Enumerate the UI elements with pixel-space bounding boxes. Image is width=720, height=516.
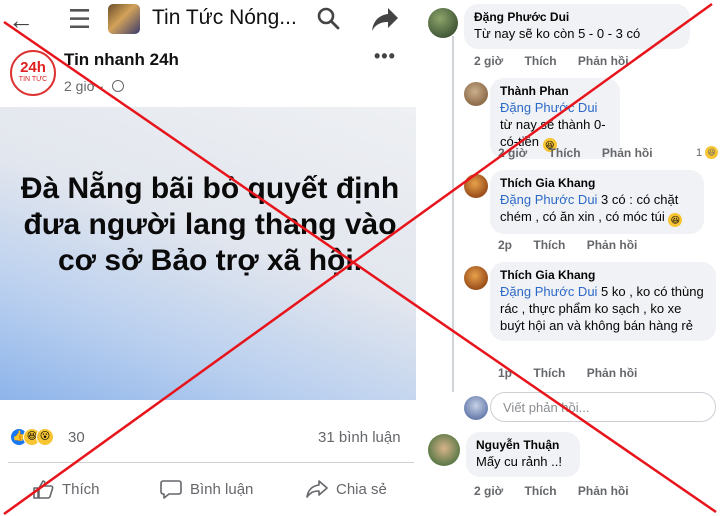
comment-author[interactable]: Thành Phan xyxy=(500,84,610,99)
comment-reply-link[interactable]: Phản hồi xyxy=(602,146,653,160)
page-title[interactable]: Tin Tức Nóng... xyxy=(152,6,297,30)
like-button[interactable]: Thích xyxy=(32,476,100,502)
comment-reply-link[interactable]: Phản hồi xyxy=(578,54,629,68)
comment-like-link[interactable]: Thích xyxy=(525,484,557,498)
comment-count[interactable]: 31 bình luận xyxy=(318,429,401,446)
share-icon[interactable] xyxy=(370,5,400,33)
avatar[interactable] xyxy=(464,266,488,290)
divider xyxy=(8,462,414,463)
comment-meta: 2 giờ Thích Phản hồi xyxy=(474,54,647,68)
comment-like-link[interactable]: Thích xyxy=(549,146,581,160)
comment-time[interactable]: 2 giờ xyxy=(474,54,503,68)
post-author[interactable]: Tin nhanh 24h xyxy=(64,50,179,70)
comment-time[interactable]: 1p xyxy=(498,366,512,380)
comment-button[interactable]: Bình luận xyxy=(160,476,253,502)
mention-link[interactable]: Đặng Phước Dui xyxy=(500,284,597,299)
comment-meta: 1p Thích Phản hồi xyxy=(498,366,655,380)
mention-link[interactable]: Đặng Phước Dui xyxy=(500,100,597,115)
haha-reaction-icon: 😆 xyxy=(705,146,719,159)
reaction-count: 1 xyxy=(696,146,703,159)
comment-text: Đặng Phước Dui 3 có : có chặt chém , có … xyxy=(500,191,694,227)
comment-icon xyxy=(160,480,182,499)
comment-label: Bình luận xyxy=(190,480,254,498)
post-panel: ← ☰ Tin Tức Nóng... 24h TIN TỨC Tin nhan… xyxy=(0,0,428,516)
comment-time[interactable]: 2 giờ xyxy=(498,146,527,160)
comments-panel: Đặng Phước Dui Từ nay sẽ ko còn 5 - 0 - … xyxy=(428,0,720,516)
reaction-count: 30 xyxy=(68,429,85,446)
comment-text: Đặng Phước Dui 5 ko , ko có thùng rác , … xyxy=(500,283,706,334)
comment-like-link[interactable]: Thích xyxy=(533,238,565,252)
comment-time[interactable]: 2 giờ xyxy=(474,484,503,498)
comment-meta: 2p Thích Phản hồi xyxy=(498,238,655,252)
post-image[interactable]: Đà Nẵng bãi bỏ quyết định đưa người lang… xyxy=(0,107,416,400)
post-time[interactable]: 2 giờ · xyxy=(64,78,104,94)
logo-subtext: TIN TỨC xyxy=(18,76,48,83)
globe-icon xyxy=(112,80,124,92)
current-user-avatar xyxy=(464,396,488,420)
like-label: Thích xyxy=(62,480,100,498)
thread-line xyxy=(452,36,454,392)
comment-meta: 2 giờ Thích Phản hồi xyxy=(498,146,671,160)
mention-link[interactable]: Đặng Phước Dui xyxy=(500,192,597,207)
menu-icon[interactable]: ☰ xyxy=(68,4,91,35)
back-arrow-icon[interactable]: ← xyxy=(8,5,34,36)
page-avatar[interactable]: 24h TIN TỨC xyxy=(10,50,56,96)
avatar[interactable] xyxy=(428,8,458,38)
more-options-icon[interactable]: ••• xyxy=(374,46,396,67)
thumbs-up-icon xyxy=(33,480,54,499)
comment-bubble: Đặng Phước Dui Từ nay sẽ ko còn 5 - 0 - … xyxy=(464,4,690,49)
page-thumbnail[interactable] xyxy=(108,4,140,34)
comment-author[interactable]: Thích Gia Khang xyxy=(500,176,694,191)
wow-reaction-icon: 😮 xyxy=(36,428,54,446)
avatar[interactable] xyxy=(464,174,488,198)
comment-reply-link[interactable]: Phản hồi xyxy=(578,484,629,498)
comment-text: Đặng Phước Dui từ nay sẽ thành 0-có-tiền… xyxy=(500,99,610,152)
share-label: Chia sẻ xyxy=(336,480,387,498)
comment-text: Từ nay sẽ ko còn 5 - 0 - 3 có xyxy=(474,26,641,41)
comment-author[interactable]: Nguyễn Thuận xyxy=(476,438,570,453)
comment-text: Mấy cu rảnh ..! xyxy=(476,454,562,469)
search-icon[interactable] xyxy=(316,6,340,30)
logo-text: 24h xyxy=(20,59,46,76)
comment-like-link[interactable]: Thích xyxy=(525,54,557,68)
comment-like-link[interactable]: Thích xyxy=(533,366,565,380)
reply-input[interactable]: Viết phản hồi... xyxy=(490,392,716,422)
comment-bubble: Thích Gia Khang Đặng Phước Dui 3 có : có… xyxy=(490,170,704,234)
share-button[interactable]: Chia sẻ xyxy=(306,476,387,502)
comment-bubble: Thích Gia Khang Đặng Phước Dui 5 ko , ko… xyxy=(490,262,716,341)
comment-meta: 2 giờ Thích Phản hồi xyxy=(474,484,647,498)
comment-reply-link[interactable]: Phản hồi xyxy=(587,238,638,252)
comment-reaction-count[interactable]: 1 😆 xyxy=(696,146,719,159)
laughing-emoji-icon: 😆 xyxy=(668,213,683,227)
post-header: 24h TIN TỨC Tin nhanh 24h 2 giờ · ••• xyxy=(0,44,428,104)
post-image-text: Đà Nẵng bãi bỏ quyết định đưa người lang… xyxy=(20,172,400,277)
avatar[interactable] xyxy=(428,434,460,466)
comment-time[interactable]: 2p xyxy=(498,238,512,252)
comment-bubble: Nguyễn Thuận Mấy cu rảnh ..! xyxy=(466,432,580,477)
comment-author[interactable]: Thích Gia Khang xyxy=(500,268,706,283)
top-bar: ← ☰ Tin Tức Nóng... xyxy=(0,0,428,40)
avatar[interactable] xyxy=(464,82,488,106)
comment-author[interactable]: Đặng Phước Dui xyxy=(474,10,680,25)
comment-reply-link[interactable]: Phản hồi xyxy=(587,366,638,380)
share-arrow-icon xyxy=(306,480,328,498)
